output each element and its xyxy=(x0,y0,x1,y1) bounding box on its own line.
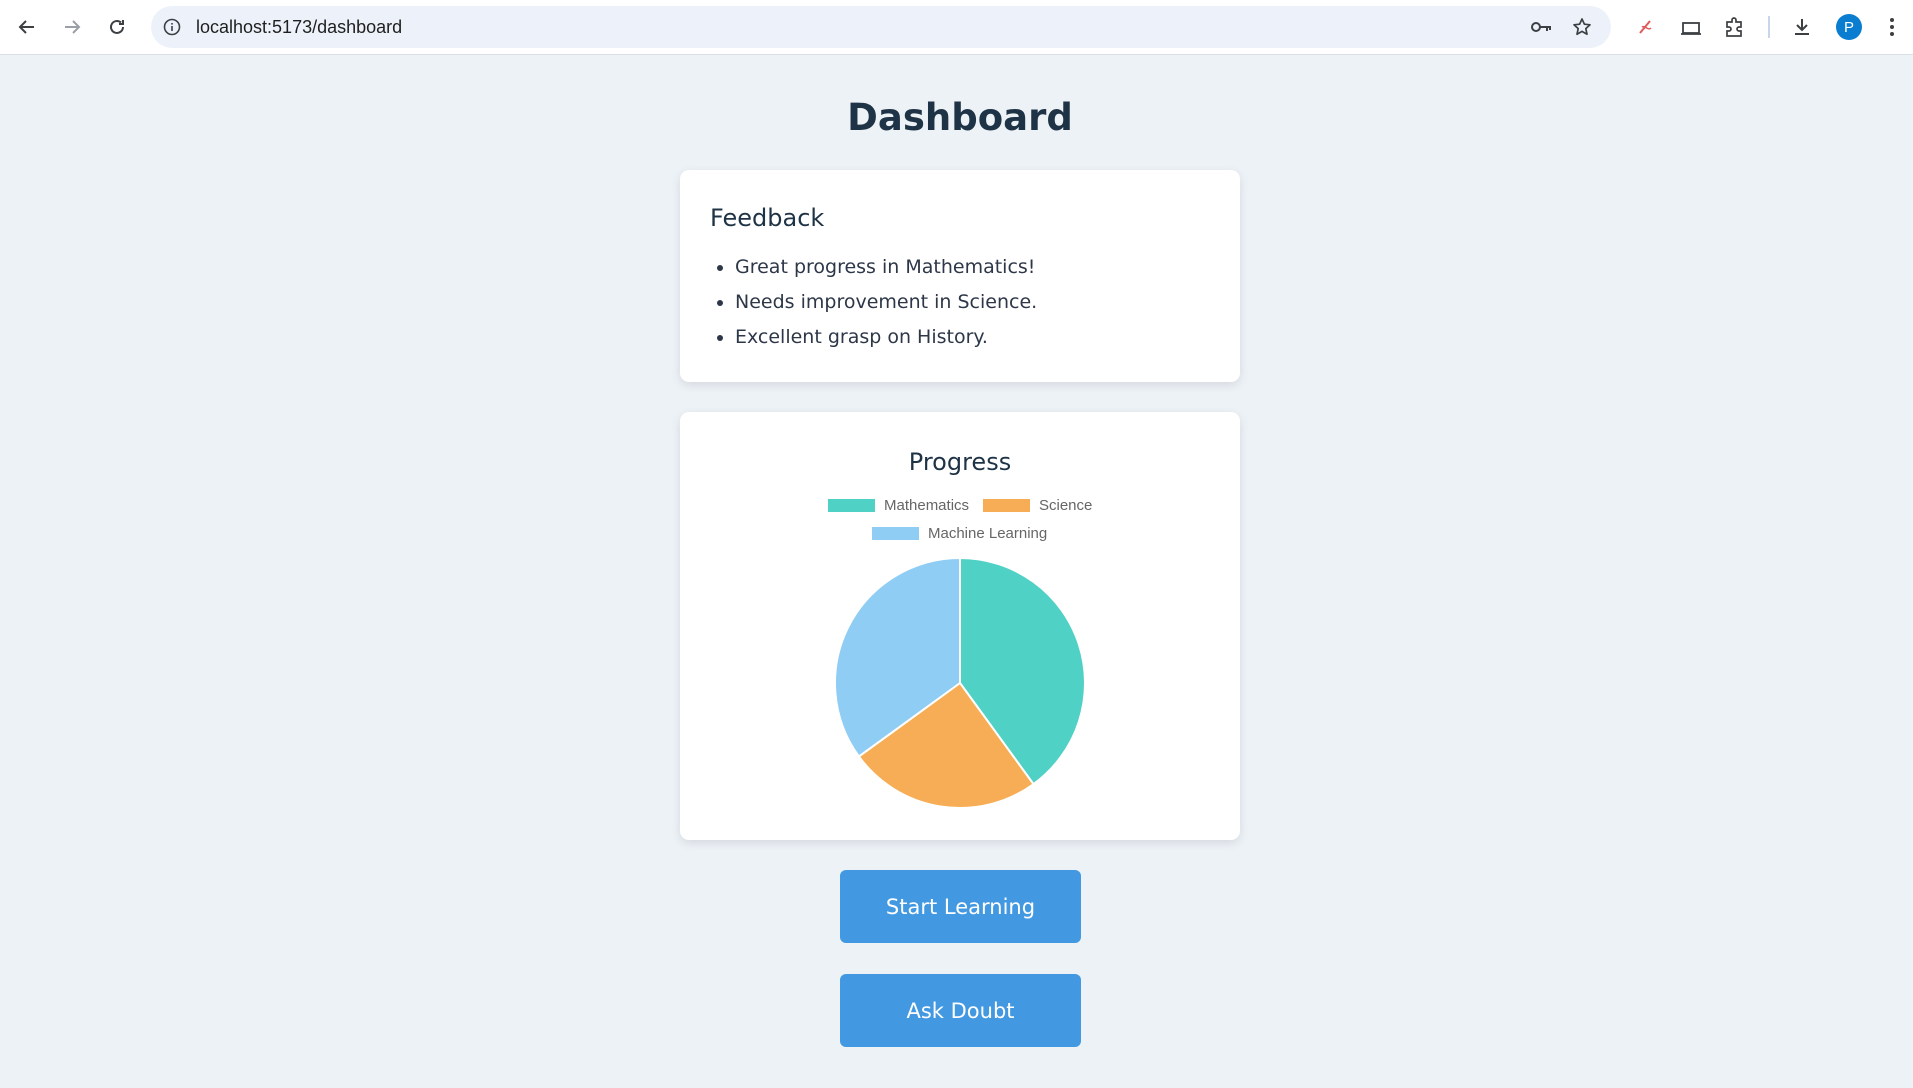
bookmark-star-icon[interactable] xyxy=(1569,14,1595,40)
reload-icon[interactable] xyxy=(102,12,132,42)
site-info-icon[interactable] xyxy=(159,14,185,40)
feedback-item: Excellent grasp on History. xyxy=(735,320,1037,355)
url-text: localhost:5173/dashboard xyxy=(196,17,403,37)
start-learning-button[interactable]: Start Learning xyxy=(840,870,1081,943)
forward-icon[interactable] xyxy=(57,12,87,42)
feedback-list: Great progress in Mathematics! Needs imp… xyxy=(710,250,1037,355)
progress-card: Progress Mathematics Science Machine Lea… xyxy=(680,412,1240,840)
more-menu-icon[interactable] xyxy=(1878,13,1906,41)
toolbar-divider xyxy=(1768,16,1770,38)
browser-toolbar: localhost:5173/dashboard P xyxy=(0,0,1913,55)
feedback-heading: Feedback xyxy=(710,204,825,232)
back-icon[interactable] xyxy=(12,12,42,42)
feedback-item: Great progress in Mathematics! xyxy=(735,250,1037,285)
extensions-puzzle-icon[interactable] xyxy=(1721,13,1749,41)
progress-pie-chart xyxy=(834,556,1086,809)
profile-avatar[interactable]: P xyxy=(1836,14,1862,40)
feedback-card: Feedback Great progress in Mathematics! … xyxy=(680,170,1240,382)
password-key-icon[interactable] xyxy=(1529,14,1555,40)
address-bar[interactable]: localhost:5173/dashboard xyxy=(151,6,1611,48)
page-title: Dashboard xyxy=(847,96,1073,139)
cast-screen-icon[interactable] xyxy=(1677,13,1705,41)
extension-pen-icon[interactable] xyxy=(1632,13,1660,41)
feedback-item: Needs improvement in Science. xyxy=(735,285,1037,320)
ask-doubt-button[interactable]: Ask Doubt xyxy=(840,974,1081,1047)
download-icon[interactable] xyxy=(1788,13,1816,41)
